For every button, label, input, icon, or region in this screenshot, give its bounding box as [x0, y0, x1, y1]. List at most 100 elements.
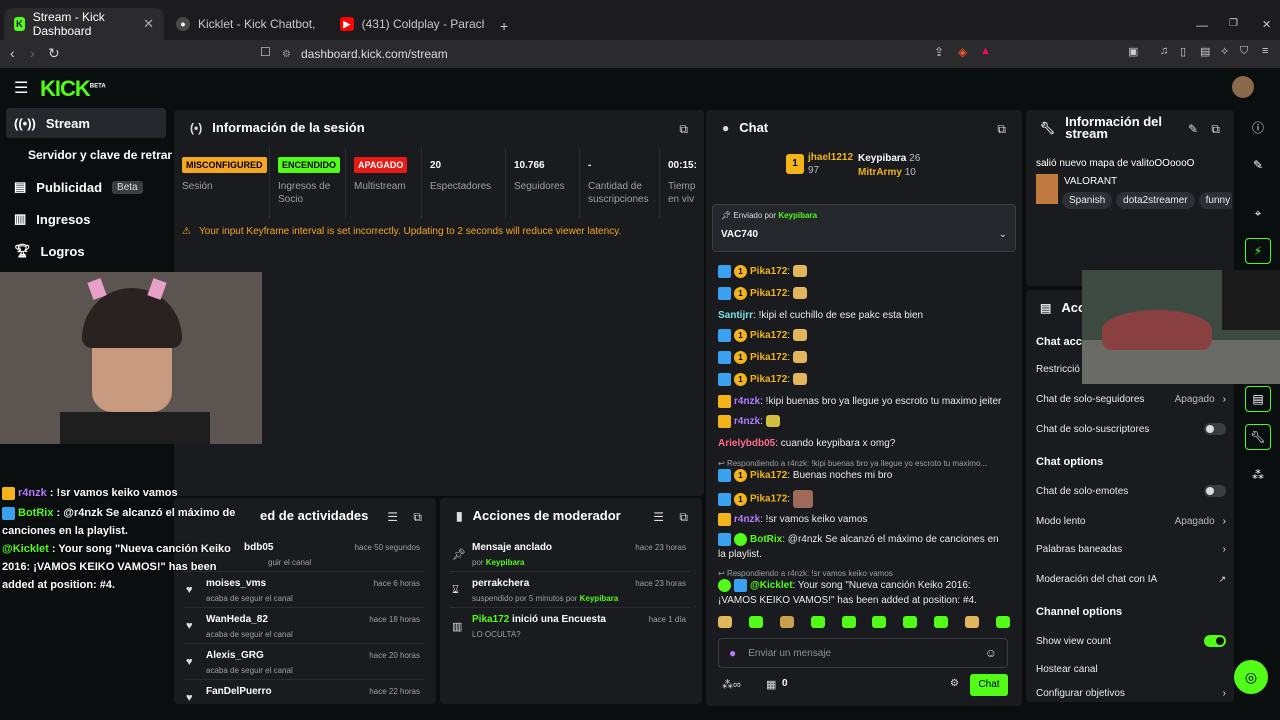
infinity-icon[interactable]: ⁂∞: [722, 678, 741, 691]
filter-icon[interactable]: ☰: [387, 510, 398, 524]
sidebar-item-stream[interactable]: ((•)) Stream: [6, 108, 166, 138]
chevron-right-icon: ›: [1222, 687, 1226, 699]
new-tab-button[interactable]: +: [500, 18, 508, 34]
info-icon[interactable]: ⓘ: [1245, 114, 1271, 140]
bookmark-icon[interactable]: ☐: [260, 45, 271, 59]
avatar[interactable]: [1232, 76, 1254, 98]
chat-message: 1 Pika172:: [718, 264, 1008, 279]
close-window-icon[interactable]: ✕: [1262, 18, 1271, 31]
music-icon[interactable]: ♫: [1160, 45, 1168, 57]
emote-icon[interactable]: [841, 616, 856, 628]
close-icon[interactable]: ✕: [143, 16, 154, 32]
tab-kick-dashboard[interactable]: K Stream - Kick Dashboard ✕: [4, 8, 164, 40]
tag[interactable]: dota2streamer: [1116, 192, 1195, 209]
toggle-switch[interactable]: [1204, 635, 1226, 647]
url-field[interactable]: ⚙ dashboard.kick.com/stream: [282, 43, 1002, 65]
popout-icon[interactable]: ⧉: [413, 510, 422, 525]
emote-icon[interactable]: [748, 616, 763, 628]
filter-icon[interactable]: ☰: [653, 510, 664, 524]
sidebar-item-achievements[interactable]: 🏆︎ Logros: [6, 236, 166, 266]
forward-icon[interactable]: ›: [30, 45, 35, 61]
leo-icon[interactable]: ✧: [1220, 45, 1229, 58]
tools-icon: ▤: [1040, 300, 1052, 315]
popout-icon[interactable]: ⧉: [679, 122, 688, 137]
brave-shield-icon[interactable]: ◈: [958, 45, 967, 59]
restore-icon[interactable]: ❐: [1229, 18, 1238, 29]
hamburger-menu-icon[interactable]: ☰: [14, 78, 28, 98]
stat-label: Multistream: [354, 181, 406, 192]
popout-icon[interactable]: ⧉: [1211, 122, 1220, 137]
wallet-icon[interactable]: ▤: [1200, 45, 1210, 58]
sidebar-item-income[interactable]: ▥ Ingresos: [6, 204, 166, 234]
setting-followers-only[interactable]: Chat de solo-seguidores Apagado ›: [1036, 388, 1226, 410]
chat-bubble-icon: ●: [722, 120, 730, 135]
setting-show-view-count[interactable]: Show view count: [1036, 630, 1226, 652]
sidebar-item-server-key[interactable]: Servidor y clave de retransm: [20, 140, 172, 170]
tag[interactable]: Spanish: [1062, 192, 1113, 209]
popout-icon[interactable]: ⧉: [679, 510, 688, 525]
panel-icon[interactable]: ▯: [1180, 45, 1186, 58]
back-icon[interactable]: ‹: [10, 45, 15, 61]
setting-banned-words[interactable]: Palabras baneadas ›: [1036, 538, 1226, 560]
menu-icon[interactable]: ≡: [1262, 45, 1268, 57]
activity-row: ♥ Alexis_GRG acaba de seguir el canal ha…: [184, 646, 424, 680]
popout-icon[interactable]: ⧉: [997, 122, 1006, 137]
vpn-icon[interactable]: ⛉: [1240, 45, 1248, 58]
stat-multistream: APAGADO Multistream: [346, 148, 422, 218]
emote-icon: [792, 351, 807, 364]
gift-icon[interactable]: ▦: [766, 678, 776, 691]
layout-icon[interactable]: ▤: [1245, 386, 1271, 412]
edit-icon[interactable]: ✎: [1188, 122, 1198, 136]
emote-icon[interactable]: [965, 616, 979, 628]
emote-icon[interactable]: [903, 616, 918, 628]
reload-icon[interactable]: ↻: [48, 45, 60, 62]
share-icon[interactable]: ⇪: [934, 45, 944, 59]
people-icon[interactable]: ⁂: [1245, 462, 1271, 488]
chat-input[interactable]: ● Enviar un mensaje ☺: [718, 638, 1008, 668]
wrench-icon[interactable]: 🔧︎: [1245, 424, 1271, 450]
chat-message: r4nzk: !sr vamos keiko vamos: [718, 512, 1008, 527]
emote-icon[interactable]: [718, 616, 732, 628]
tab-youtube[interactable]: ▶ (431) Coldplay - Parachutes [Full Alb: [330, 8, 494, 40]
emote-icon[interactable]: [934, 616, 949, 628]
tag[interactable]: funny: [1198, 192, 1232, 209]
toggle-switch[interactable]: [1204, 485, 1226, 497]
chevron-down-icon[interactable]: ⌄: [999, 229, 1007, 240]
emote-icon[interactable]: [810, 616, 825, 628]
emote-icon[interactable]: [779, 616, 794, 628]
mod-action-row: 📌︎ Mensaje anclado por Keypibara hace 23…: [450, 538, 690, 572]
toggle-switch[interactable]: [1204, 423, 1226, 435]
pencil-icon[interactable]: ✎: [1245, 152, 1271, 178]
sidebar-item-ads[interactable]: ▤ Publicidad Beta: [6, 172, 166, 202]
activity-user: FanDelPuerro: [206, 686, 272, 697]
mod-badge-icon: [2, 506, 15, 520]
sidebar-icon[interactable]: ▣: [1128, 45, 1138, 58]
emote-icon[interactable]: [872, 616, 887, 628]
shield-icon: ▮: [456, 508, 463, 523]
kick-logo[interactable]: KICKBETA: [40, 76, 106, 102]
rewards-icon[interactable]: ▲: [980, 45, 991, 57]
points-count: 0: [782, 678, 788, 689]
lightning-icon[interactable]: ⚡︎: [1245, 238, 1271, 264]
send-chat-button[interactable]: Chat: [970, 674, 1008, 696]
tab-kicklet[interactable]: ● Kicklet - Kick Chatbot, Kick Widgets: [166, 8, 328, 40]
setting-slow-mode[interactable]: Modo lento Apagado ›: [1036, 510, 1226, 532]
support-chat-icon[interactable]: ◎: [1234, 660, 1268, 694]
chat-panel: ● Chat ⧉ 1 jhael1212 97 Keypibara 26 Mit…: [706, 110, 1022, 706]
focus-icon[interactable]: ⌖: [1245, 200, 1271, 226]
minimize-icon[interactable]: —: [1196, 18, 1208, 32]
chat-message: @Kicklet: Your song "Nueva canción Keiko…: [718, 578, 977, 606]
setting-subs-only[interactable]: Chat de solo-suscriptores: [1036, 418, 1226, 440]
microphone-icon[interactable]: ●: [729, 646, 736, 660]
setting-emotes-only[interactable]: Chat de solo-emotes: [1036, 480, 1226, 502]
sidebar-item-label: Publicidad: [36, 179, 103, 195]
overlay-message: BotRix : @r4nzk Se alcanzó el máximo de …: [2, 506, 236, 537]
emote-icon[interactable]: [995, 616, 1010, 628]
emoji-icon[interactable]: ☺: [985, 646, 997, 660]
setting-host-channel[interactable]: Hostear canal: [1036, 658, 1226, 680]
settings-icon[interactable]: ⚙: [950, 678, 959, 689]
setting-ai-moderation[interactable]: Moderación del chat con IA ↗: [1036, 568, 1226, 590]
video-overlay: [1082, 270, 1280, 384]
pinned-message[interactable]: 📌︎ Enviado por Keypibara VAC740 ⌄: [712, 204, 1016, 252]
setting-goals[interactable]: Configurar objetivos ›: [1036, 686, 1226, 700]
